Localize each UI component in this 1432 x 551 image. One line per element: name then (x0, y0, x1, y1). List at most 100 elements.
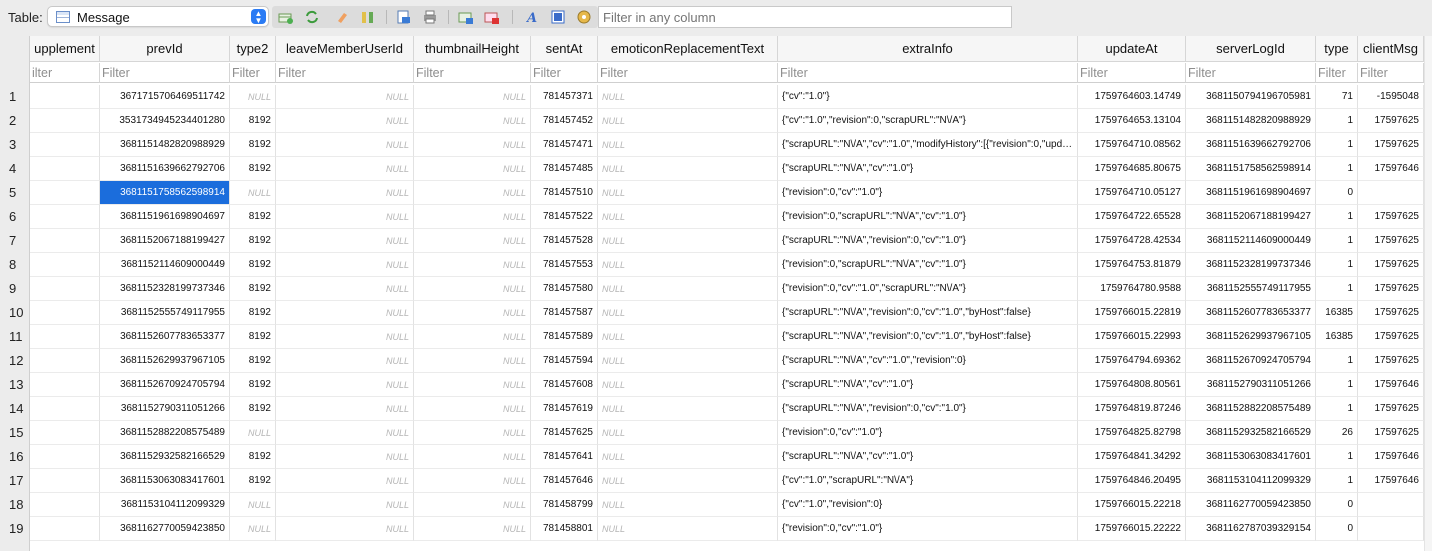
table-cell[interactable]: 1759764808.80561 (1078, 373, 1186, 397)
row-number[interactable]: 6 (0, 205, 30, 229)
table-cell[interactable]: NULL (598, 301, 778, 325)
export-icon[interactable] (396, 9, 412, 25)
table-cell[interactable]: 0 (1316, 181, 1358, 205)
table-cell[interactable] (30, 349, 100, 373)
table-cell[interactable]: 8192 (230, 277, 276, 301)
table-cell[interactable]: NULL (230, 421, 276, 445)
table-cell[interactable]: {"revision":0,"cv":"1.0"} (778, 517, 1078, 541)
table-cell[interactable]: 781457608 (531, 373, 598, 397)
table-cell[interactable] (30, 373, 100, 397)
table-cell[interactable]: NULL (598, 109, 778, 133)
table-cell[interactable]: 3681152790311051266 (100, 397, 230, 421)
table-cell[interactable]: 1 (1316, 397, 1358, 421)
table-cell[interactable]: NULL (414, 205, 531, 229)
table-cell[interactable]: NULL (598, 445, 778, 469)
table-cell[interactable]: 1759764653.13104 (1078, 109, 1186, 133)
table-cell[interactable]: 3681151961698904697 (100, 205, 230, 229)
table-cell[interactable]: 17597625 (1358, 397, 1424, 421)
table-cell[interactable] (30, 253, 100, 277)
table-cell[interactable]: NULL (598, 397, 778, 421)
column-filter-8[interactable]: Filter (1078, 63, 1186, 83)
table-cell[interactable]: 3681152882208575489 (1186, 397, 1316, 421)
table-cell[interactable]: NULL (414, 301, 531, 325)
table-cell[interactable]: NULL (276, 133, 414, 157)
table-cell[interactable]: NULL (414, 253, 531, 277)
table-cell[interactable]: 1759764685.80675 (1078, 157, 1186, 181)
delete-records-icon[interactable] (484, 9, 500, 25)
table-cell[interactable]: NULL (414, 229, 531, 253)
table-cell[interactable]: 1759766015.22819 (1078, 301, 1186, 325)
table-cell[interactable]: 0 (1316, 517, 1358, 541)
table-cell[interactable]: 3681152328199737346 (1186, 253, 1316, 277)
table-cell[interactable]: 781457528 (531, 229, 598, 253)
table-cell[interactable]: 3681152607783653377 (1186, 301, 1316, 325)
table-cell[interactable]: 3681162787039329154 (1186, 517, 1316, 541)
table-cell[interactable]: 781457510 (531, 181, 598, 205)
table-cell[interactable]: 781457371 (531, 85, 598, 109)
table-cell[interactable]: NULL (414, 493, 531, 517)
table-cell[interactable]: 781457580 (531, 277, 598, 301)
table-cell[interactable]: 781457485 (531, 157, 598, 181)
column-filter-11[interactable]: Filter (1358, 63, 1424, 83)
table-cell[interactable]: 3681151482820988929 (100, 133, 230, 157)
row-number[interactable]: 9 (0, 277, 30, 301)
table-cell[interactable] (30, 229, 100, 253)
column-filter-3[interactable]: Filter (276, 63, 414, 83)
table-cell[interactable]: 3681152932582166529 (1186, 421, 1316, 445)
table-cell[interactable]: 3681152629937967105 (100, 349, 230, 373)
table-cell[interactable] (30, 517, 100, 541)
column-filter-0[interactable]: ilter (30, 63, 100, 83)
table-cell[interactable]: NULL (276, 229, 414, 253)
table-cell[interactable]: 781458801 (531, 517, 598, 541)
add-record-icon[interactable] (278, 9, 294, 25)
table-cell[interactable]: {"scrapURL":"N\/A","revision":0,"cv":"1.… (778, 229, 1078, 253)
table-cell[interactable]: 3671715706469511742 (100, 85, 230, 109)
column-filter-6[interactable]: Filter (598, 63, 778, 83)
table-cell[interactable] (30, 157, 100, 181)
table-cell[interactable]: 3681152114609000449 (100, 253, 230, 277)
table-cell[interactable] (30, 493, 100, 517)
table-cell[interactable]: NULL (598, 229, 778, 253)
table-cell[interactable]: NULL (276, 85, 414, 109)
table-cell[interactable]: 17597646 (1358, 373, 1424, 397)
column-filter-5[interactable]: Filter (531, 63, 598, 83)
table-cell[interactable] (30, 397, 100, 421)
table-cell[interactable]: NULL (414, 109, 531, 133)
column-header-2[interactable]: type2 (230, 36, 276, 62)
table-cell[interactable]: NULL (598, 133, 778, 157)
table-cell[interactable]: {"scrapURL":"N\/A","cv":"1.0"} (778, 373, 1078, 397)
table-cell[interactable]: NULL (598, 517, 778, 541)
table-cell[interactable]: NULL (598, 181, 778, 205)
table-cell[interactable]: 1759764819.87246 (1078, 397, 1186, 421)
table-cell[interactable]: 17597625 (1358, 205, 1424, 229)
table-cell[interactable]: 1759764710.08562 (1078, 133, 1186, 157)
table-cell[interactable]: 1759766015.22222 (1078, 517, 1186, 541)
table-cell[interactable]: NULL (276, 421, 414, 445)
table-cell[interactable]: 3681152790311051266 (1186, 373, 1316, 397)
row-number[interactable]: 7 (0, 229, 30, 253)
column-header-8[interactable]: updateAt (1078, 36, 1186, 62)
table-cell[interactable]: 17597646 (1358, 445, 1424, 469)
table-cell[interactable]: 1 (1316, 133, 1358, 157)
table-cell[interactable]: NULL (276, 397, 414, 421)
table-cell[interactable]: 17597625 (1358, 253, 1424, 277)
table-cell[interactable]: 8192 (230, 349, 276, 373)
clear-icon[interactable] (334, 9, 350, 25)
table-cell[interactable]: NULL (276, 349, 414, 373)
table-cell[interactable]: 3531734945234401280 (100, 109, 230, 133)
table-cell[interactable] (30, 85, 100, 109)
table-cell[interactable]: 3681152607783653377 (100, 325, 230, 349)
table-cell[interactable]: 1759764825.82798 (1078, 421, 1186, 445)
column-filter-10[interactable]: Filter (1316, 63, 1358, 83)
table-cell[interactable]: -1595048 (1358, 85, 1424, 109)
table-cell[interactable]: 3681152882208575489 (100, 421, 230, 445)
table-cell[interactable]: 781457646 (531, 469, 598, 493)
table-cell[interactable]: 3681152067188199427 (1186, 205, 1316, 229)
table-cell[interactable] (30, 133, 100, 157)
table-cell[interactable]: NULL (276, 373, 414, 397)
table-cell[interactable]: NULL (276, 205, 414, 229)
settings-icon[interactable] (576, 9, 592, 25)
table-cell[interactable]: NULL (598, 325, 778, 349)
table-cell[interactable]: 17597625 (1358, 325, 1424, 349)
table-cell[interactable]: 3681152629937967105 (1186, 325, 1316, 349)
